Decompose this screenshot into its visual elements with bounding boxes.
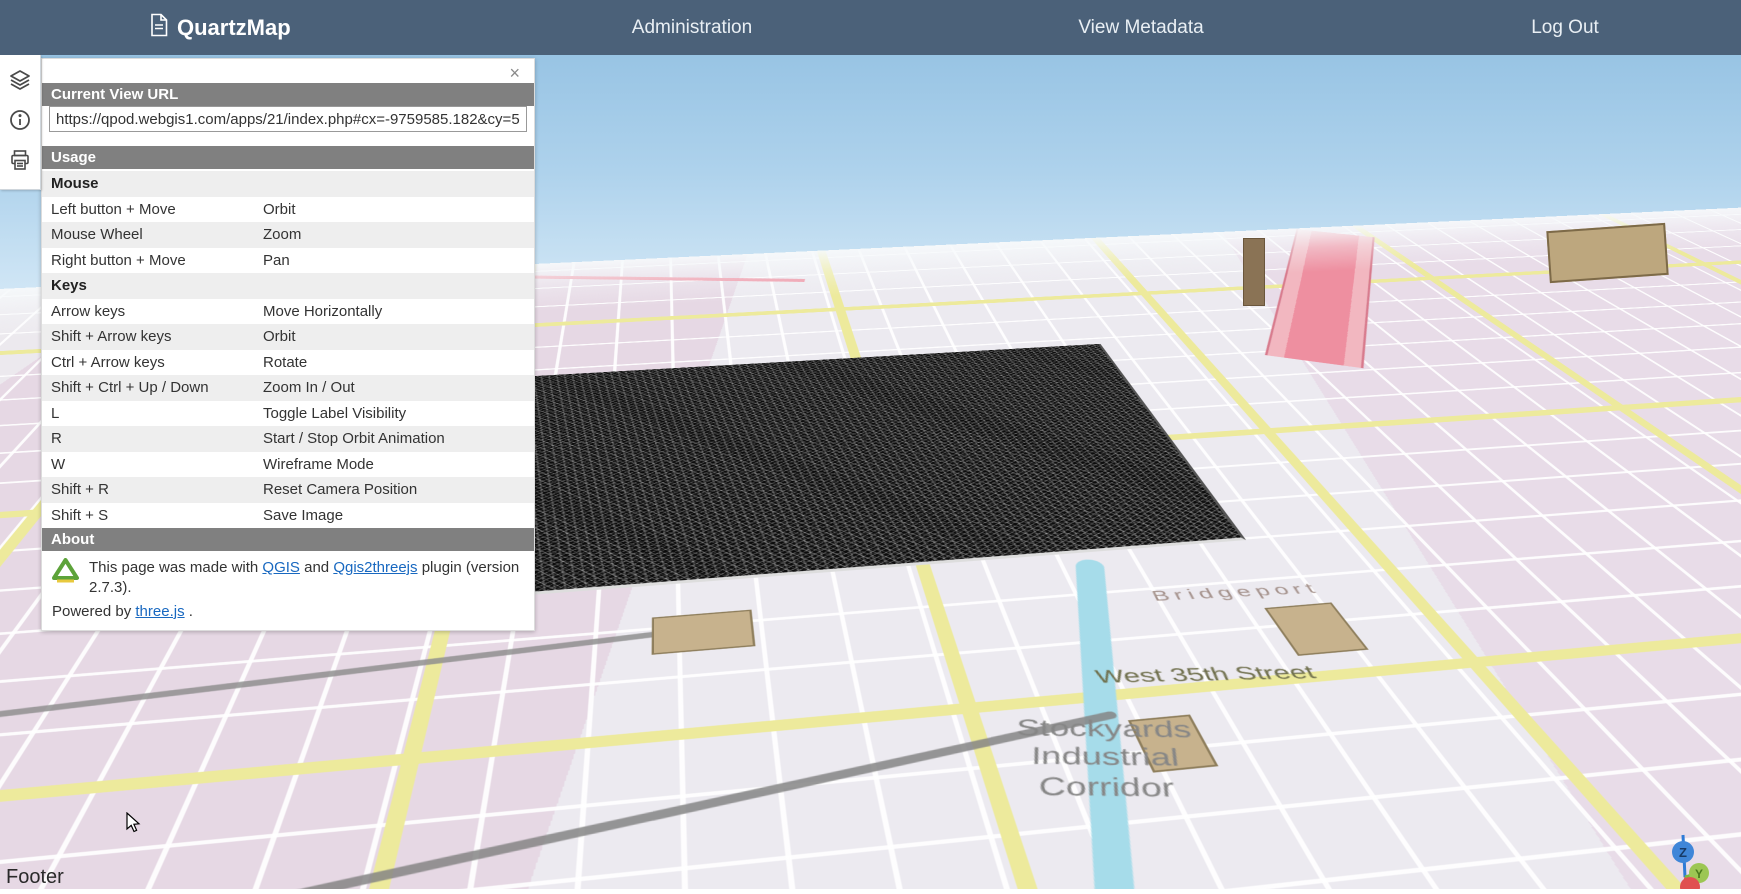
axis-gizmo: Z Y xyxy=(1649,819,1741,889)
usage-result: Orbit xyxy=(263,200,296,220)
map-building-3d xyxy=(1546,223,1668,283)
axis-z-label: Z xyxy=(1679,845,1687,860)
usage-row: Mouse WheelZoom xyxy=(42,222,534,248)
dem-layer-block xyxy=(416,344,1246,604)
about-text-fragment: This page was made with xyxy=(89,559,262,576)
map-building xyxy=(1264,602,1368,655)
qgis2threejs-link[interactable]: Qgis2threejs xyxy=(333,559,417,576)
map-label-line: Industrial xyxy=(942,741,1270,774)
top-navbar: QuartzMap Administration View Metadata L… xyxy=(0,0,1741,55)
usage-result: Start / Stop Orbit Animation xyxy=(263,429,445,449)
info-icon xyxy=(8,108,32,135)
nav-item-view-metadata[interactable]: View Metadata xyxy=(1078,0,1203,55)
usage-row: Right button + MovePan xyxy=(42,248,534,274)
about-section: This page was made with QGIS and Qgis2th… xyxy=(42,551,534,599)
usage-action: Left button + Move xyxy=(51,200,263,220)
axis-y-label: Y xyxy=(1695,867,1703,881)
printer-icon xyxy=(8,148,32,175)
layers-icon xyxy=(8,68,32,95)
usage-action: Arrow keys xyxy=(51,302,263,322)
usage-result: Move Horizontally xyxy=(263,302,382,322)
map-label-west-35th-street: West 35th Street xyxy=(1019,661,1395,690)
usage-action: Mouse Wheel xyxy=(51,225,263,245)
document-icon xyxy=(150,13,168,43)
powered-text-fragment: . xyxy=(185,603,193,620)
usage-action: Right button + Move xyxy=(51,251,263,271)
usage-table: Mouse Left button + MoveOrbit Mouse Whee… xyxy=(42,171,534,528)
map-toolbar xyxy=(0,55,41,190)
help-panel: × Current View URL Usage Mouse Left butt… xyxy=(41,58,535,631)
usage-action: W xyxy=(51,455,263,475)
current-view-url-input[interactable] xyxy=(49,106,527,132)
usage-row: Shift + RReset Camera Position xyxy=(42,477,534,503)
usage-row: LToggle Label Visibility xyxy=(42,401,534,427)
powered-text-fragment: Powered by xyxy=(52,603,135,620)
usage-action: Ctrl + Arrow keys xyxy=(51,353,263,373)
layers-button[interactable] xyxy=(0,61,40,101)
usage-row: Shift + SSave Image xyxy=(42,503,534,529)
usage-row: Arrow keysMove Horizontally xyxy=(42,299,534,325)
usage-group-label: Mouse xyxy=(51,174,99,194)
usage-row: Shift + Ctrl + Up / DownZoom In / Out xyxy=(42,375,534,401)
threejs-link[interactable]: three.js xyxy=(135,603,184,620)
brand-label: QuartzMap xyxy=(177,15,291,41)
section-header-current-view-url: Current View URL xyxy=(42,83,534,106)
qgis-logo-icon xyxy=(52,558,79,599)
about-text-fragment: and xyxy=(300,559,333,576)
usage-result: Orbit xyxy=(263,327,296,347)
nav-item-administration[interactable]: Administration xyxy=(632,0,752,55)
usage-action: Shift + S xyxy=(51,506,263,526)
about-text: This page was made with QGIS and Qgis2th… xyxy=(89,558,524,599)
usage-result: Zoom In / Out xyxy=(263,378,355,398)
usage-result: Reset Camera Position xyxy=(263,480,417,500)
usage-result: Toggle Label Visibility xyxy=(263,404,406,424)
usage-row: Shift + Arrow keysOrbit xyxy=(42,324,534,350)
qgis-link[interactable]: QGIS xyxy=(262,559,300,576)
usage-action: Shift + Arrow keys xyxy=(51,327,263,347)
map-label-stockyards-industrial-corridor: Stockyards Industrial Corridor xyxy=(939,713,1277,804)
usage-action: L xyxy=(51,404,263,424)
map-tower-3d xyxy=(1243,238,1265,306)
close-icon[interactable]: × xyxy=(507,62,522,84)
usage-action: Shift + Ctrl + Up / Down xyxy=(51,378,263,398)
map-label-line: Stockyards xyxy=(945,713,1263,744)
usage-result: Save Image xyxy=(263,506,343,526)
usage-row: Ctrl + Arrow keysRotate xyxy=(42,350,534,376)
print-button[interactable] xyxy=(0,141,40,181)
usage-row: RStart / Stop Orbit Animation xyxy=(42,426,534,452)
footer-text: Footer xyxy=(6,866,64,889)
usage-result: Pan xyxy=(263,251,290,271)
usage-group-label: Keys xyxy=(51,276,87,296)
info-button[interactable] xyxy=(0,101,40,141)
usage-result: Wireframe Mode xyxy=(263,455,374,475)
powered-by: Powered by three.js . xyxy=(42,599,534,622)
usage-group-mouse: Mouse xyxy=(42,171,534,197)
brand-link[interactable]: QuartzMap xyxy=(150,0,291,55)
usage-action: R xyxy=(51,429,263,449)
map-building xyxy=(652,610,756,655)
map-highway xyxy=(1265,229,1375,368)
usage-group-keys: Keys xyxy=(42,273,534,299)
map-label-line: Corridor xyxy=(939,770,1277,805)
section-header-usage: Usage xyxy=(42,146,534,169)
usage-result: Zoom xyxy=(263,225,301,245)
map-railway xyxy=(0,630,669,750)
nav-item-log-out[interactable]: Log Out xyxy=(1531,0,1599,55)
usage-row: Left button + MoveOrbit xyxy=(42,197,534,223)
usage-row: WWireframe Mode xyxy=(42,452,534,478)
usage-result: Rotate xyxy=(263,353,307,373)
usage-action: Shift + R xyxy=(51,480,263,500)
section-header-about: About xyxy=(42,528,534,551)
